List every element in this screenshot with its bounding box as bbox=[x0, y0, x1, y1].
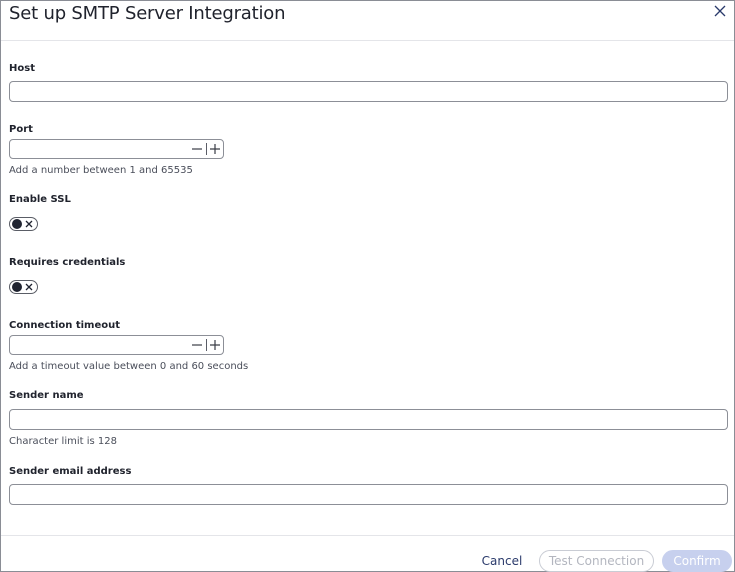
port-stepper bbox=[9, 139, 224, 159]
dialog-footer: Cancel Test Connection Confirm bbox=[1, 535, 734, 572]
cancel-button[interactable]: Cancel bbox=[475, 550, 529, 572]
x-icon bbox=[25, 283, 33, 291]
confirm-button[interactable]: Confirm bbox=[662, 550, 732, 572]
timeout-input[interactable] bbox=[10, 336, 188, 354]
timeout-increment-button[interactable] bbox=[207, 337, 223, 353]
timeout-help-text: Add a timeout value between 0 and 60 sec… bbox=[9, 361, 249, 372]
timeout-stepper bbox=[9, 335, 224, 355]
sender-name-label: Sender name bbox=[9, 390, 84, 401]
close-icon[interactable] bbox=[712, 3, 728, 19]
smtp-dialog: Set up SMTP Server Integration Host Port… bbox=[0, 0, 735, 572]
sender-name-help-text: Character limit is 128 bbox=[9, 436, 117, 447]
test-connection-button[interactable]: Test Connection bbox=[539, 550, 654, 572]
x-icon bbox=[25, 220, 33, 228]
plus-icon bbox=[210, 340, 220, 350]
dialog-title: Set up SMTP Server Integration bbox=[9, 3, 286, 24]
sender-email-label: Sender email address bbox=[9, 466, 132, 477]
dialog-header: Set up SMTP Server Integration bbox=[1, 1, 734, 41]
port-increment-button[interactable] bbox=[207, 141, 223, 157]
timeout-decrement-button[interactable] bbox=[189, 337, 205, 353]
host-label: Host bbox=[9, 63, 35, 74]
minus-icon bbox=[192, 344, 202, 346]
sender-name-input[interactable] bbox=[9, 409, 728, 430]
port-help-text: Add a number between 1 and 65535 bbox=[9, 165, 193, 176]
enable-ssl-label: Enable SSL bbox=[9, 194, 71, 205]
plus-icon bbox=[210, 144, 220, 154]
connection-timeout-label: Connection timeout bbox=[9, 320, 121, 331]
port-label: Port bbox=[9, 124, 33, 135]
toggle-knob bbox=[12, 219, 22, 229]
port-decrement-button[interactable] bbox=[189, 141, 205, 157]
toggle-knob bbox=[12, 282, 22, 292]
port-input[interactable] bbox=[10, 140, 188, 158]
sender-email-input[interactable] bbox=[9, 484, 728, 505]
requires-credentials-label: Requires credentials bbox=[9, 257, 126, 268]
minus-icon bbox=[192, 148, 202, 150]
enable-ssl-toggle[interactable] bbox=[9, 217, 38, 231]
requires-credentials-toggle[interactable] bbox=[9, 280, 38, 294]
host-input[interactable] bbox=[9, 81, 728, 102]
